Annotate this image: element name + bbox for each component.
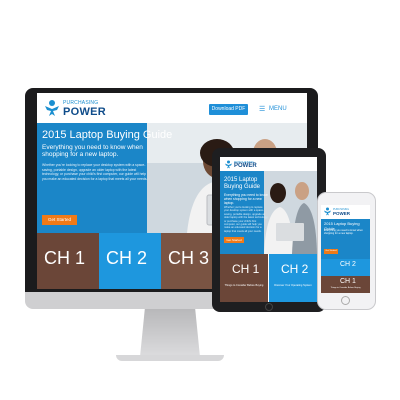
chapter-label: CH 2 [340,261,356,268]
hero-body-text: Whether you're looking to replace your d… [42,163,148,181]
hero-subtitle: Everything you need to know when shoppin… [324,229,363,235]
tablet-hero: 2015 Laptop Buying Guide Everything you … [220,171,317,254]
chapter-label: CH 2 [106,248,148,268]
site-header: PURCHASING POWER Download PDF ☰ MENU [37,93,307,123]
desktop-monitor-stand [140,309,200,357]
download-pdf-button[interactable]: Download PDF [209,104,248,115]
get-started-button[interactable]: Get Started [42,215,77,225]
chapter-caption: Things to Consider Before Buying [224,284,264,287]
desktop-monitor-base [116,355,224,361]
phone-home-button [341,296,350,305]
chapter-tile-2[interactable]: CH 2 Discover Your Operating System [269,254,317,302]
chapter-tile-1[interactable]: CH 1 Things to Consider Before Buying [321,276,370,293]
chapter-label: CH 3 [168,248,210,268]
chapter-label: CH 1 [232,262,260,276]
chapter-tile-1[interactable]: CH 1 Things to Consider Before Buying [220,254,268,302]
person-logo-icon [324,207,331,216]
chapter-tile-1[interactable]: CH 1 [37,233,99,289]
hero-subtitle: Everything you need to know when shoppin… [42,144,143,158]
person-logo-icon [225,160,232,169]
chapter-caption: Things to Consider Before Buying [330,287,361,289]
get-started-button[interactable]: Get Started [224,237,244,243]
hero-subtitle: Everything you need to know when shoppin… [224,193,268,205]
menu-label[interactable]: MENU [269,106,287,112]
chapter-tile-2[interactable]: CH 2 [321,259,370,276]
hero-title: 2015 Laptop Buying Guide [224,177,261,190]
chapter-tile-2[interactable]: CH 2 [99,233,161,289]
hero-title: 2015 Laptop Buying Guide [42,129,173,141]
person-logo-icon [45,100,59,116]
brand-name-big: POWER [63,106,107,118]
chapter-caption: Discover Your Operating System [274,284,312,287]
chapter-label: CH 1 [340,278,356,285]
brand-name-big: POWER [234,163,257,169]
tablet-home-button [265,303,273,311]
hero-body-text: Whether you're looking to replace your d… [224,206,268,233]
hamburger-menu-icon[interactable]: ☰ [259,105,265,113]
get-started-button[interactable]: Get Started [324,249,338,254]
phone-hero: 2015 Laptop Buying Guide Everything you … [321,219,370,259]
chapter-label: CH 1 [44,248,86,268]
tablet-screen: PURCHASING POWER 2015 Laptop Buying Guid… [220,157,317,302]
phone-screen: PURCHASING POWER 2015 Laptop Buying Guid… [321,205,370,293]
chapter-label: CH 2 [281,262,309,276]
tablet-header: PURCHASING POWER [220,157,317,171]
brand-name-big: POWER [333,210,351,216]
